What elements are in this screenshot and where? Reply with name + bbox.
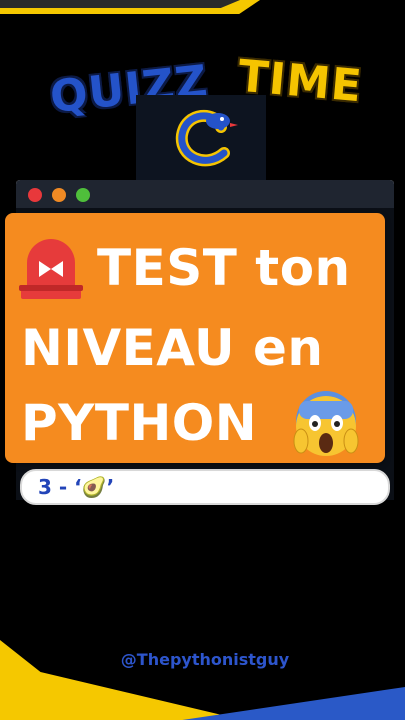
maximize-dot-icon[interactable] xyxy=(76,188,90,202)
test-banner: TEST ton NIVEAU en PYTHON xyxy=(5,213,385,463)
python-snake-logo xyxy=(136,95,266,180)
answer-option-label: 3 - ‘🥑’ xyxy=(38,475,115,499)
banner-line-3: PYTHON xyxy=(21,394,258,452)
banner-line-1: TEST ton xyxy=(97,239,351,297)
answer-option-3[interactable]: 3 - ‘🥑’ xyxy=(20,469,390,505)
minimize-dot-icon[interactable] xyxy=(52,188,66,202)
window-title-bar xyxy=(16,180,394,208)
author-handle[interactable]: @Thepythonistguy xyxy=(115,650,295,669)
close-dot-icon[interactable] xyxy=(28,188,42,202)
top-dark-stripe xyxy=(0,0,240,8)
banner-line-2: NIVEAU en xyxy=(21,319,324,377)
screaming-face-icon xyxy=(293,391,359,456)
rotating-light-icon xyxy=(19,239,83,299)
snake-icon xyxy=(175,109,238,167)
